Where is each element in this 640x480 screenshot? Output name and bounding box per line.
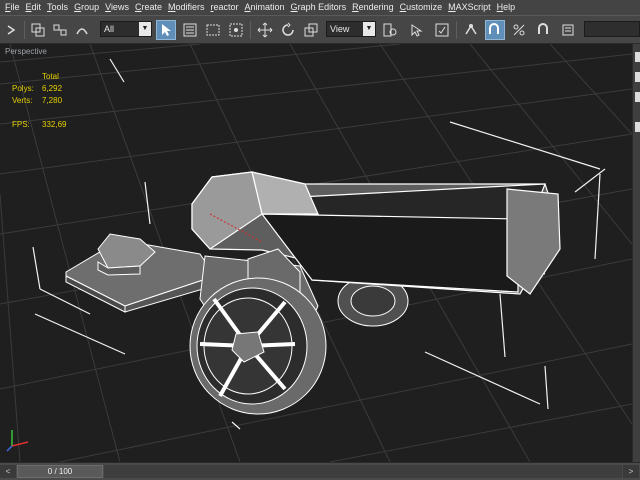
menu-views[interactable]: Views (102, 0, 132, 15)
spinner-snap-icon[interactable] (533, 20, 553, 40)
command-panel-tab[interactable] (635, 52, 640, 62)
time-slider-thumb[interactable]: 0 / 100 (17, 465, 103, 478)
polys-value: 6,292 (42, 84, 63, 93)
menu-reactor[interactable]: reactor (207, 0, 241, 15)
time-slider[interactable]: < 0 / 100 > (0, 462, 640, 480)
bind-spacewarp-icon[interactable] (72, 20, 92, 40)
named-selection-set-field[interactable] (584, 21, 640, 37)
select-by-name-icon[interactable] (180, 20, 200, 40)
reference-coord-value: View (330, 24, 350, 34)
select-link-icon[interactable] (28, 20, 48, 40)
fps-value: 332,69 (42, 120, 67, 129)
menu-graph-editors[interactable]: Graph Editors (288, 0, 350, 15)
perspective-viewport[interactable]: Perspective Total Polys: 6,292 Verts: 7,28… (0, 44, 632, 462)
polys-label: Polys: (12, 84, 34, 93)
menu-modifiers[interactable]: Modifiers (165, 0, 208, 15)
window-crossing-icon[interactable] (226, 20, 246, 40)
verts-value: 7,280 (42, 96, 63, 105)
menu-create[interactable]: Create (132, 0, 165, 15)
snap-3d-icon[interactable] (461, 20, 481, 40)
menu-maxscript[interactable]: MAXScript (445, 0, 494, 15)
command-panel[interactable] (632, 44, 640, 462)
toolbar-separator (456, 21, 457, 39)
viewport-statistics: Total Polys: 6,292 Verts: 7,280 FPS: 332,69 (12, 71, 66, 131)
stats-header: Total (42, 72, 59, 81)
keyboard-shortcut-icon[interactable] (432, 20, 452, 40)
prev-frame-button[interactable]: < (0, 465, 16, 478)
next-frame-button[interactable]: > (623, 465, 639, 478)
menu-customize[interactable]: Customize (397, 0, 446, 15)
cannon-wheel-front (189, 277, 327, 415)
rotate-icon[interactable] (278, 20, 298, 40)
undo-icon[interactable] (2, 20, 22, 40)
verts-label: Verts: (12, 96, 33, 105)
pivot-icon[interactable] (380, 20, 400, 40)
3dsmax-window: File Edit Tools Group Views Create Modif… (0, 0, 640, 480)
menu-tools[interactable]: Tools (44, 0, 71, 15)
menu-animation[interactable]: Animation (242, 0, 288, 15)
reference-coord-dropdown[interactable]: View ▼ (326, 21, 376, 37)
select-object-icon[interactable] (156, 20, 176, 40)
unlink-icon[interactable] (50, 20, 70, 40)
chevron-down-icon: ▼ (139, 22, 151, 36)
toolbar-separator (24, 21, 25, 39)
angle-snap-icon[interactable] (485, 20, 505, 40)
edit-named-selection-icon[interactable] (558, 20, 578, 40)
menu-bar: File Edit Tools Group Views Create Modif… (0, 0, 640, 15)
menu-help[interactable]: Help (494, 0, 519, 15)
toolbar-separator (250, 21, 251, 39)
scale-icon[interactable] (301, 20, 321, 40)
main-toolbar: All ▼ View ▼ (0, 15, 640, 44)
menu-edit[interactable]: Edit (23, 0, 45, 15)
chevron-down-icon: ▼ (363, 22, 375, 36)
move-icon[interactable] (255, 20, 275, 40)
menu-rendering[interactable]: Rendering (349, 0, 397, 15)
viewport-scene (0, 44, 632, 462)
selection-filter-dropdown[interactable]: All ▼ (100, 21, 152, 37)
command-panel-tab[interactable] (635, 122, 640, 132)
command-panel-tab[interactable] (635, 72, 640, 82)
viewport-label[interactable]: Perspective (5, 47, 47, 56)
percent-snap-icon[interactable] (509, 20, 529, 40)
time-slider-track[interactable] (104, 465, 622, 478)
axis-tripod-icon (6, 430, 29, 452)
menu-group[interactable]: Group (71, 0, 102, 15)
command-panel-tab[interactable] (635, 92, 640, 102)
select-manipulate-icon[interactable] (407, 20, 427, 40)
rect-selection-icon[interactable] (203, 20, 223, 40)
selection-filter-value: All (104, 24, 115, 34)
fps-label: FPS: (12, 120, 30, 129)
menu-file[interactable]: File (2, 0, 23, 15)
